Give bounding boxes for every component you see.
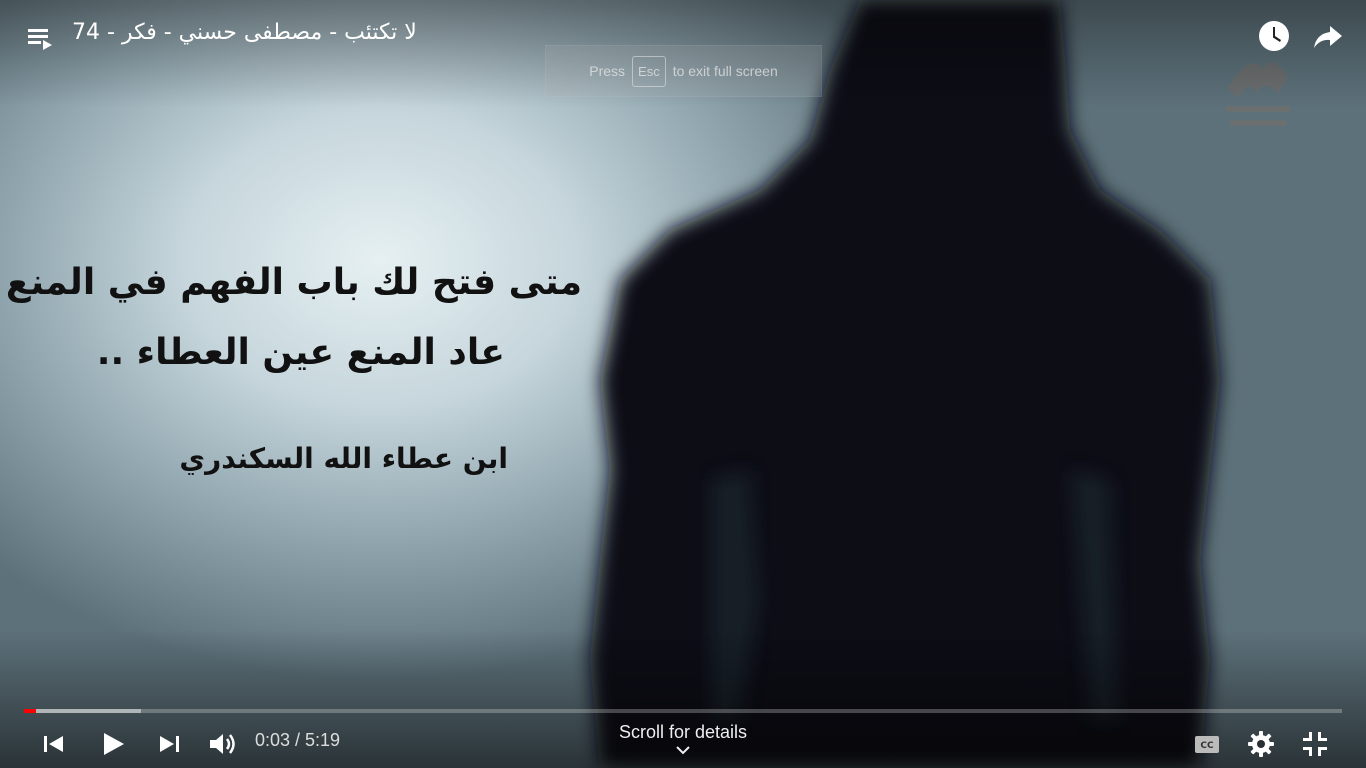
next-icon[interactable] <box>151 726 187 762</box>
progress-buffered <box>24 709 142 713</box>
progress-bar[interactable] <box>24 708 1342 714</box>
player-controls: 0:03 / 5:19 Scroll for details CC <box>0 716 1366 768</box>
watch-later-icon[interactable] <box>1256 18 1292 54</box>
scroll-for-details[interactable]: Scroll for details <box>583 722 783 755</box>
captions-icon[interactable]: CC <box>1189 726 1225 762</box>
quote-line-1: متى فتح لك باب الفهم في المنع .. <box>0 262 582 303</box>
svg-text:CC: CC <box>1200 741 1214 751</box>
volume-icon[interactable] <box>204 726 240 762</box>
quote-author: ابن عطاء الله السكندري <box>179 442 508 475</box>
previous-icon[interactable] <box>36 726 72 762</box>
settings-icon[interactable] <box>1243 726 1279 762</box>
chevron-down-icon <box>676 746 690 755</box>
exit-fullscreen-icon[interactable] <box>1297 726 1333 762</box>
quote-line-2: عاد المنع عين العطاء .. <box>96 332 505 373</box>
scroll-details-label: Scroll for details <box>618 722 748 742</box>
video-title[interactable]: لا تكتئب - مصطفى حسني - فكر - 74 <box>72 20 417 45</box>
play-icon[interactable] <box>94 726 130 762</box>
fullscreen-exit-toast: Press Esc to exit full screen <box>545 45 822 97</box>
esc-key-badge: Esc <box>632 55 666 87</box>
person-silhouette <box>590 0 1220 768</box>
progress-track <box>24 709 1342 713</box>
time-display: 0:03 / 5:19 <box>255 730 341 750</box>
progress-played <box>24 709 37 713</box>
toast-text-before: Press <box>589 63 626 79</box>
toast-text-after: to exit full screen <box>672 63 778 79</box>
video-frame[interactable]: متى فتح لك باب الفهم في المنع .. عاد الم… <box>0 0 1366 768</box>
share-icon[interactable] <box>1310 18 1346 54</box>
playlist-icon[interactable] <box>24 24 56 52</box>
